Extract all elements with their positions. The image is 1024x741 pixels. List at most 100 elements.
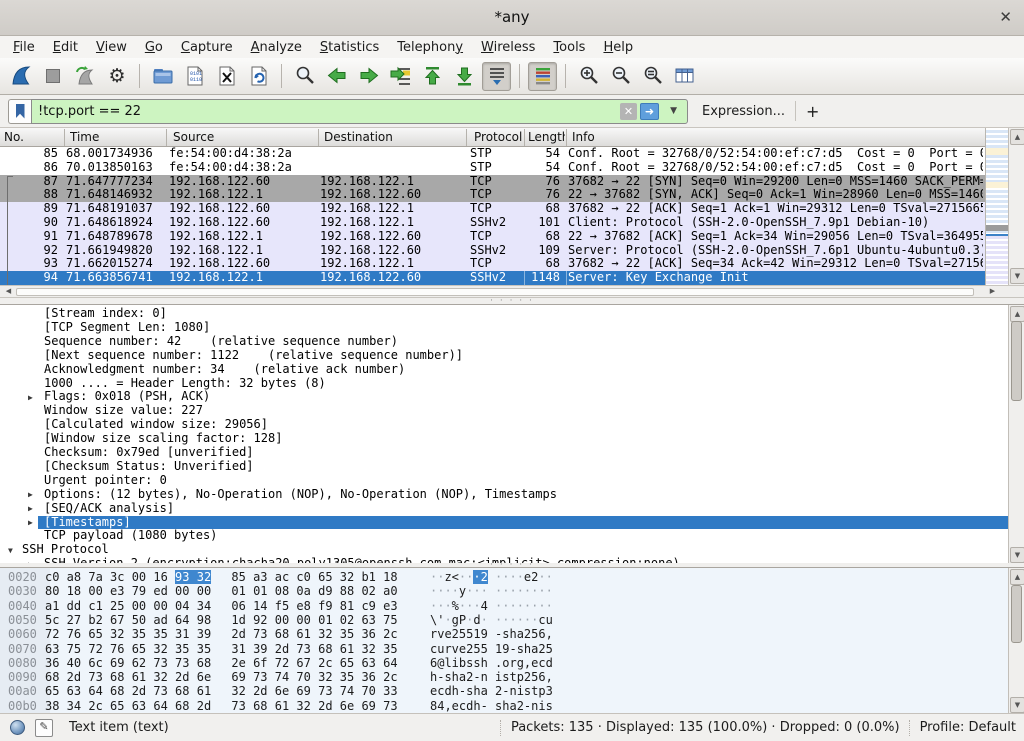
hex-byte[interactable]: 00	[153, 599, 167, 613]
filter-bookmark-button[interactable]	[8, 99, 31, 124]
scroll-down-icon[interactable]: ▼	[1010, 547, 1024, 563]
hex-byte[interactable]: 50	[132, 613, 146, 627]
save-file-icon[interactable]: 01010110	[180, 62, 209, 91]
scroll-up-icon[interactable]: ▲	[1010, 569, 1024, 585]
hex-byte[interactable]: 1d	[231, 613, 245, 627]
hex-byte[interactable]: 32	[361, 642, 375, 656]
hex-byte[interactable]: 98	[197, 613, 211, 627]
hex-byte[interactable]: 32	[318, 670, 332, 684]
menu-wireless[interactable]: Wireless	[472, 38, 544, 57]
hex-byte[interactable]: 65	[110, 699, 124, 713]
hex-byte[interactable]: 64	[153, 699, 167, 713]
hex-byte[interactable]: 73	[231, 699, 245, 713]
hex-byte[interactable]: 27	[67, 613, 81, 627]
hex-byte[interactable]: 5c	[45, 613, 59, 627]
menu-tools[interactable]: Tools	[544, 38, 594, 57]
hex-byte[interactable]: 69	[110, 656, 124, 670]
hex-byte[interactable]: 00	[88, 584, 102, 598]
stop-capture-icon[interactable]	[38, 62, 67, 91]
reload-file-icon[interactable]	[244, 62, 273, 91]
column-divider[interactable]	[318, 129, 319, 146]
packet-row-94[interactable]: 9471.663856741192.168.122.1192.168.122.6…	[0, 271, 985, 285]
hex-byte[interactable]: 00	[197, 584, 211, 598]
hex-row-0090[interactable]: 0090682d736861322d6e697374703235362ch-sh…	[0, 670, 1008, 684]
detail-line[interactable]: ▼SSH Protocol	[0, 543, 1008, 557]
column-header-no[interactable]: No.	[4, 128, 60, 146]
hex-byte[interactable]: dd	[67, 599, 81, 613]
hex-byte[interactable]: 39	[253, 642, 267, 656]
hex-byte[interactable]: 31	[231, 642, 245, 656]
packet-row-91[interactable]: 9171.648789678192.168.122.1192.168.122.6…	[0, 230, 985, 244]
hex-byte[interactable]: 61	[340, 642, 354, 656]
hex-byte[interactable]: 6e	[197, 670, 211, 684]
detail-line[interactable]: 1000 .... = Header Length: 32 bytes (8)	[0, 377, 1008, 391]
hex-byte[interactable]: 0a	[296, 584, 310, 598]
hex-byte[interactable]: 68	[318, 642, 332, 656]
hex-byte[interactable]: 68	[175, 699, 189, 713]
menu-go[interactable]: Go	[136, 38, 172, 57]
hex-byte[interactable]: 14	[253, 599, 267, 613]
hex-byte[interactable]: 01	[253, 584, 267, 598]
hex-byte[interactable]: 6e	[275, 684, 289, 698]
hex-byte[interactable]: 62	[132, 656, 146, 670]
auto-scroll-icon[interactable]	[482, 62, 511, 91]
hex-byte[interactable]: 32	[296, 699, 310, 713]
capture-options-icon[interactable]: ⚙	[102, 62, 131, 91]
filter-apply-icon[interactable]: ➜	[640, 103, 659, 120]
hex-byte[interactable]: c1	[88, 599, 102, 613]
hex-byte[interactable]: 2d	[231, 627, 245, 641]
close-file-icon[interactable]	[212, 62, 241, 91]
resize-columns-icon[interactable]	[670, 62, 699, 91]
close-icon[interactable]: ✕	[999, 8, 1012, 26]
hex-byte[interactable]: 64	[175, 613, 189, 627]
hex-byte[interactable]: 31	[175, 627, 189, 641]
column-header-length[interactable]: Length	[528, 128, 565, 146]
collapsed-icon[interactable]: ▶	[28, 391, 33, 405]
hex-byte[interactable]: 6e	[340, 699, 354, 713]
hex-byte[interactable]: 73	[153, 656, 167, 670]
hex-byte[interactable]: 35	[132, 627, 146, 641]
hex-byte[interactable]: 73	[153, 684, 167, 698]
detail-line[interactable]: [TCP Segment Len: 1080]	[0, 321, 1008, 335]
hex-byte[interactable]: 35	[383, 642, 397, 656]
hex-byte[interactable]: 00	[275, 613, 289, 627]
column-header-time[interactable]: Time	[70, 128, 164, 146]
hex-byte[interactable]: 35	[153, 627, 167, 641]
hex-byte[interactable]: 35	[340, 627, 354, 641]
hex-byte[interactable]: 36	[361, 627, 375, 641]
column-header-info[interactable]: Info	[572, 128, 982, 146]
hex-byte[interactable]: 85	[231, 570, 245, 584]
detail-line[interactable]: ▶[SEQ/ACK analysis]	[0, 502, 1008, 516]
hex-byte[interactable]: 68	[45, 670, 59, 684]
detail-line[interactable]: ▶Flags: 0x018 (PSH, ACK)	[0, 390, 1008, 404]
hex-byte[interactable]: 73	[296, 642, 310, 656]
column-divider[interactable]	[166, 129, 167, 146]
hex-byte[interactable]: 80	[45, 584, 59, 598]
hex-byte[interactable]: 61	[197, 684, 211, 698]
hex-byte[interactable]: 68	[110, 670, 124, 684]
hex-byte[interactable]: 63	[45, 642, 59, 656]
hex-byte[interactable]: 2d	[318, 699, 332, 713]
hex-byte[interactable]: 65	[45, 684, 59, 698]
detail-line[interactable]: TCP payload (1080 bytes)	[0, 529, 1008, 543]
hex-byte[interactable]: 18	[383, 570, 397, 584]
hex-byte[interactable]: 64	[383, 656, 397, 670]
menu-help[interactable]: Help	[594, 38, 642, 57]
hex-byte[interactable]: 72	[45, 627, 59, 641]
menu-analyze[interactable]: Analyze	[242, 38, 311, 57]
hex-byte[interactable]: 74	[275, 670, 289, 684]
hex-byte[interactable]: 73	[88, 670, 102, 684]
hex-byte[interactable]: 69	[361, 699, 375, 713]
scrollbar-thumb[interactable]	[1011, 585, 1022, 643]
hex-byte[interactable]: 75	[67, 642, 81, 656]
hex-byte[interactable]: a1	[45, 599, 59, 613]
hex-row-0070[interactable]: 0070637572766532353531392d7368613235curv…	[0, 642, 1008, 656]
detail-line[interactable]: ▶[Timestamps]	[0, 516, 1008, 530]
hex-byte[interactable]: 92	[253, 613, 267, 627]
hex-byte[interactable]: 88	[340, 584, 354, 598]
hex-byte[interactable]: 01	[231, 584, 245, 598]
filter-clear-icon[interactable]: ✕	[620, 103, 637, 120]
capture-comment-icon[interactable]: ✎	[35, 719, 53, 737]
hex-byte[interactable]: 67	[110, 613, 124, 627]
hex-row-0050[interactable]: 00505c27b26750ad64981d92000001026375\'·g…	[0, 613, 1008, 627]
